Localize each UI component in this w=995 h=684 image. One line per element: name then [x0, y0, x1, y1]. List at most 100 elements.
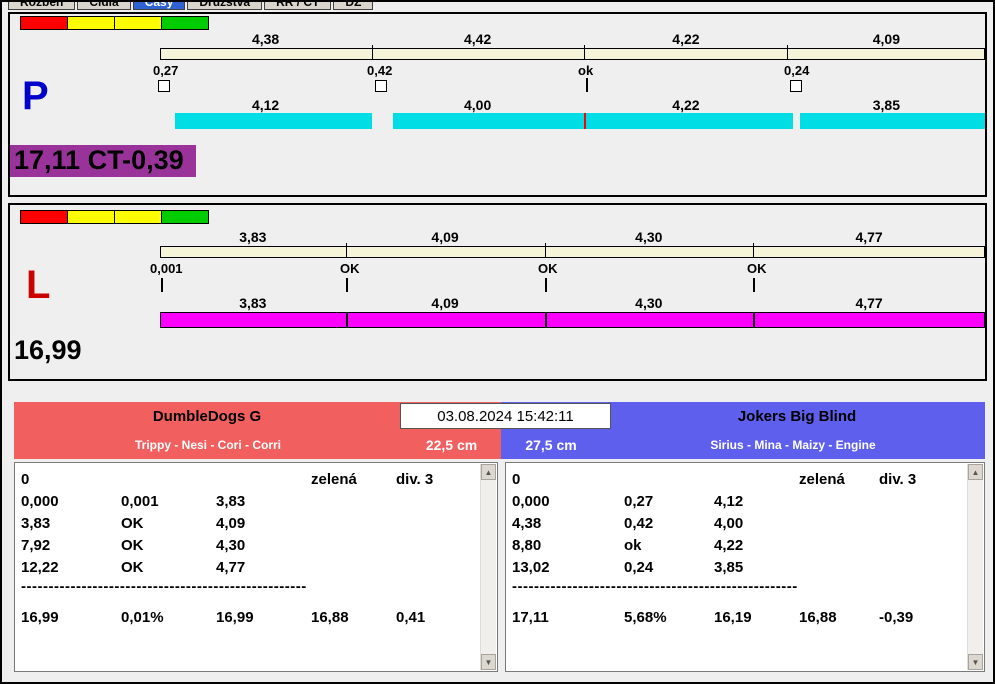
status-legend-l	[20, 210, 209, 224]
result-cell: 3,83	[216, 492, 246, 510]
legend-yellow-icon	[67, 16, 115, 30]
result-row: 0,000 0,001 3,83	[21, 490, 477, 512]
changeover-checkbox[interactable]	[158, 80, 170, 92]
totals-row: 16,99 0,01% 16,99 16,88 0,41	[21, 606, 477, 628]
result-row: 3,83 OK 4,09	[21, 512, 477, 534]
right-team-subheader: 27,5 cm Sirius - Mina - Maizy - Engine	[501, 431, 985, 459]
result-cell: 0,01%	[121, 608, 164, 626]
split-time: 4,00	[463, 97, 492, 113]
tab-casy[interactable]: Časy	[132, 0, 186, 10]
run-bar-divider	[346, 313, 349, 327]
split-time: 4,77	[855, 229, 883, 245]
scroll-down-button[interactable]: ▼	[968, 654, 983, 670]
changeover-time: OK	[340, 261, 360, 276]
result-cell: 16,19	[714, 608, 752, 626]
legend-yellow-icon	[114, 210, 162, 224]
tab-druzstva[interactable]: Družstva	[187, 0, 263, 10]
scrollbar[interactable]: ▲ ▼	[480, 464, 496, 670]
result-cell: 4,77	[216, 558, 246, 576]
meter-tick	[752, 243, 754, 257]
result-cell: -0,39	[879, 608, 914, 626]
scroll-up-button[interactable]: ▲	[481, 464, 496, 480]
jump-height: 22,5 cm	[425, 437, 478, 453]
split-times-top-l: 3,83 4,09 4,30 4,77	[160, 229, 985, 245]
result-row: 4,38 0,42 4,00	[512, 512, 964, 534]
scroll-up-button[interactable]: ▲	[968, 464, 983, 480]
meter-tick	[787, 45, 789, 59]
changeover-marker	[346, 278, 348, 292]
separator-line: ----------------------------------------…	[512, 578, 798, 595]
result-cell: 7,92	[21, 536, 51, 554]
tab-rr-ct[interactable]: RR / ČT	[264, 0, 332, 10]
split-time: 3,83	[239, 295, 267, 311]
separator-line: ----------------------------------------…	[21, 578, 307, 595]
changeover-marker	[161, 278, 163, 292]
legend-yellow-icon	[67, 210, 115, 224]
result-row: 13,02 0,24 3,85	[512, 556, 964, 578]
tab-rozbeh[interactable]: Rozběh	[8, 0, 76, 10]
lane-l-label: L	[26, 263, 51, 307]
result-cell: OK	[121, 558, 144, 576]
split-time: 4,42	[463, 31, 492, 47]
result-row: 12,22 OK 4,77	[21, 556, 477, 578]
result-cell: 16,99	[216, 608, 254, 626]
result-cell: 17,11	[512, 608, 549, 626]
tab-dz[interactable]: DZ	[333, 0, 374, 10]
lane-l-panel: 3,83 4,09 4,30 4,77 0,001 OK OK OK 3,83 …	[8, 203, 987, 381]
app-window: Rozběh Čidla Časy Družstva RR / ČT DZ 4,…	[0, 0, 995, 684]
result-list-left[interactable]: 0 zelená div. 3 0,000 0,001 3,83 3,83 OK…	[14, 462, 498, 672]
run-bars-p	[10, 113, 985, 129]
result-cell: div. 3	[396, 470, 434, 488]
changeover-time: ok	[578, 63, 594, 78]
result-cell: 0	[512, 470, 521, 488]
changeover-time: 0,27	[153, 63, 179, 78]
legend-green-icon	[161, 16, 209, 30]
split-times-top-p: 4,38 4,42 4,22 4,09	[160, 31, 985, 47]
run-bar-segment	[393, 113, 584, 129]
result-cell: 3,85	[714, 558, 744, 576]
changeover-time: 0,24	[784, 63, 810, 78]
split-time: 4,09	[872, 31, 900, 47]
scrollbar[interactable]: ▲ ▼	[967, 464, 983, 670]
result-list-right[interactable]: 0 zelená div. 3 0,000 0,27 4,12 4,38 0,4…	[505, 462, 985, 672]
split-meter-p	[160, 45, 985, 60]
run-bar-segment	[800, 113, 985, 129]
split-time: 3,85	[872, 97, 900, 113]
legend-yellow-icon	[114, 16, 162, 30]
result-cell: 0,000	[21, 492, 59, 510]
changeover-checkbox[interactable]	[790, 80, 802, 92]
result-cell: 0,24	[624, 558, 654, 576]
lane-p-label: P	[22, 74, 49, 118]
lane-l-total: 16,99	[14, 335, 82, 365]
result-cell: 13,02	[512, 558, 550, 576]
run-bar-segment	[175, 113, 372, 129]
legend-red-icon	[20, 16, 68, 30]
legend-green-icon	[161, 210, 209, 224]
scroll-down-button[interactable]: ▼	[481, 654, 496, 670]
split-time: 4,30	[635, 295, 663, 311]
result-cell: 4,09	[216, 514, 246, 532]
split-time: 4,09	[431, 229, 459, 245]
team-dogs: Trippy - Nesi - Cori - Corri	[134, 438, 281, 452]
result-cell: 3,83	[21, 514, 51, 532]
result-row: 0 zelená div. 3	[21, 468, 477, 490]
result-cell: 4,30	[216, 536, 246, 554]
lane-p-total: 17,11 CT-0,39	[10, 145, 196, 177]
result-cell: 4,22	[714, 536, 744, 554]
result-cell: zelená	[311, 470, 357, 488]
changeover-time: OK	[747, 261, 767, 276]
result-cell: 5,68%	[624, 608, 667, 626]
result-cell: 4,38	[512, 514, 542, 532]
result-cell: 4,12	[714, 492, 744, 510]
changeover-checkbox[interactable]	[375, 80, 387, 92]
tab-cidla[interactable]: Čidla	[77, 0, 131, 10]
result-cell: 8,80	[512, 536, 542, 554]
run-bar-divider	[544, 313, 547, 327]
result-cell: 0,000	[512, 492, 550, 510]
run-bar-divider	[752, 313, 755, 327]
left-team-subheader: Trippy - Nesi - Cori - Corri 22,5 cm	[14, 431, 501, 459]
run-bar-segment	[586, 113, 793, 129]
team-dogs: Sirius - Mina - Maizy - Engine	[710, 438, 876, 452]
changeover-marker	[753, 278, 755, 292]
result-cell: 0,42	[624, 514, 654, 532]
